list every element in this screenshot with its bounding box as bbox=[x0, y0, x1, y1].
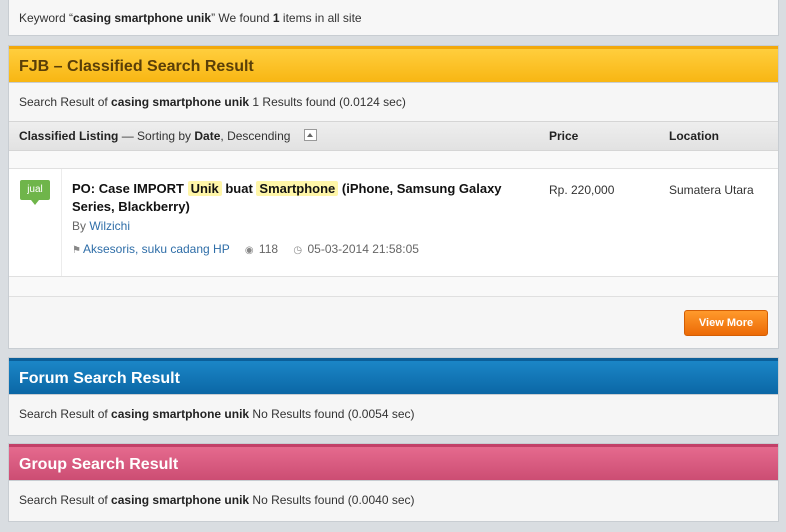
keyword-text: casing smartphone unik bbox=[73, 11, 212, 25]
list-item: jual PO: Case IMPORT Unik buat Smartphon… bbox=[9, 169, 778, 277]
summary-prefix: Search Result of bbox=[19, 407, 112, 421]
title-part: buat bbox=[221, 181, 257, 196]
location-column-header: Location bbox=[669, 129, 719, 143]
listing-label: Classified Listing bbox=[19, 129, 119, 143]
author-link[interactable]: Wilzichi bbox=[89, 219, 130, 233]
view-more-area: View More bbox=[9, 297, 778, 348]
price-column-header: Price bbox=[549, 129, 579, 143]
group-summary: Search Result of casing smartphone unik … bbox=[9, 481, 778, 519]
title-part: PO: Case IMPORT bbox=[72, 181, 188, 196]
sort-ascending-icon[interactable] bbox=[303, 129, 317, 141]
summary-prefix: Search Result of bbox=[19, 95, 112, 109]
keyword-suffix: items in all site bbox=[279, 11, 362, 25]
by-label: By bbox=[72, 219, 90, 233]
forum-summary: Search Result of casing smartphone unik … bbox=[9, 395, 778, 433]
sort-direction: , Descending bbox=[220, 129, 291, 143]
listing-sort-info: Classified Listing — Sorting by Date, De… bbox=[19, 129, 317, 143]
fjb-summary: Search Result of casing smartphone unik … bbox=[9, 83, 778, 121]
item-location: Sumatera Utara bbox=[669, 183, 754, 197]
keyword-prefix: Keyword “ bbox=[19, 11, 74, 25]
summary-prefix: Search Result of bbox=[19, 493, 112, 507]
category-link[interactable]: Aksesoris, suku cadang HP bbox=[83, 242, 230, 256]
view-count: 118 bbox=[258, 242, 279, 256]
item-count: 1 bbox=[272, 11, 280, 25]
sort-prefix: — Sorting by bbox=[118, 129, 195, 143]
post-date: 05-03-2014 21:58:05 bbox=[307, 242, 419, 256]
clock-icon: ◷ bbox=[293, 245, 303, 256]
tag-icon: ⚑ bbox=[72, 245, 81, 256]
summary-result: No Results found (0.0040 sec) bbox=[249, 493, 415, 507]
view-more-button[interactable]: View More bbox=[684, 310, 768, 336]
eye-icon: ◉ bbox=[244, 245, 254, 256]
sort-field: Date bbox=[194, 129, 221, 143]
spacer-row bbox=[9, 277, 778, 297]
divider bbox=[61, 169, 62, 276]
keyword-summary-bar: Keyword “casing smartphone unik” We foun… bbox=[8, 0, 779, 36]
summary-keyword: casing smartphone unik bbox=[111, 493, 250, 507]
item-price: Rp. 220,000 bbox=[549, 183, 615, 197]
title-highlight: Unik bbox=[187, 181, 222, 196]
summary-keyword: casing smartphone unik bbox=[111, 95, 250, 109]
summary-result: 1 Results found (0.0124 sec) bbox=[249, 95, 406, 109]
keyword-middle: ” We found bbox=[211, 11, 273, 25]
fjb-header: FJB – Classified Search Result bbox=[9, 46, 778, 83]
forum-header: Forum Search Result bbox=[9, 358, 778, 395]
item-author-line: By Wilzichi bbox=[72, 219, 512, 233]
item-title-link[interactable]: PO: Case IMPORT Unik buat Smartphone (iP… bbox=[72, 180, 512, 216]
summary-keyword: casing smartphone unik bbox=[111, 407, 250, 421]
group-header: Group Search Result bbox=[9, 444, 778, 481]
forum-section: Forum Search Result Search Result of cas… bbox=[8, 357, 779, 436]
item-main: PO: Case IMPORT Unik buat Smartphone (iP… bbox=[72, 180, 512, 256]
group-section: Group Search Result Search Result of cas… bbox=[8, 443, 779, 522]
spacer-row bbox=[9, 151, 778, 169]
fjb-section: FJB – Classified Search Result Search Re… bbox=[8, 45, 779, 349]
item-meta: ⚑ Aksesoris, suku cadang HP ◉ 118 ◷ 05-03… bbox=[72, 242, 512, 256]
title-highlight: Smartphone bbox=[256, 181, 339, 196]
summary-result: No Results found (0.0054 sec) bbox=[249, 407, 415, 421]
jual-tag-badge: jual bbox=[20, 180, 50, 205]
listing-header: Classified Listing — Sorting by Date, De… bbox=[9, 121, 778, 151]
